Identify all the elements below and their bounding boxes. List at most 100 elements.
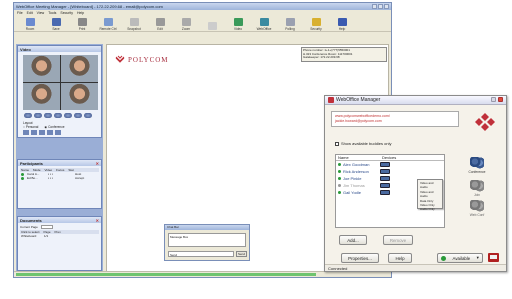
maximize-button[interactable] — [378, 4, 383, 9]
toolbar-label: Zoom — [181, 27, 191, 31]
buddy-row[interactable]: Alex Goodman — [336, 161, 444, 168]
device-icon — [380, 190, 390, 195]
current-page-field[interactable] — [40, 225, 53, 229]
toolbar-edit-button[interactable]: Edit — [147, 18, 173, 31]
close-icon[interactable]: ✕ — [96, 218, 99, 223]
phone-status-icon[interactable] — [487, 251, 501, 264]
chat-input[interactable]: Send — [168, 251, 234, 257]
context-menu-item[interactable]: Video and Audio — [420, 190, 440, 199]
video-tile[interactable] — [23, 83, 60, 110]
documents-header: Documents ✕ — [18, 217, 101, 223]
column-header[interactable]: Devices — [380, 155, 396, 160]
polycom-logo-icon — [475, 113, 495, 131]
layout-button[interactable] — [39, 130, 45, 135]
send-button[interactable]: Send — [236, 251, 247, 257]
video-control-button[interactable] — [74, 113, 82, 118]
toolbar-separator-button[interactable] — [199, 22, 225, 31]
minimize-button[interactable] — [490, 96, 496, 102]
layout-button[interactable] — [47, 130, 53, 135]
toolbar-polling-button[interactable]: Polling — [277, 18, 303, 31]
remove-button[interactable]: Remove — [383, 235, 413, 245]
toolbar-snapshot-button[interactable]: Snapshot — [121, 18, 147, 31]
menu-view[interactable]: View — [37, 11, 45, 15]
polycom-logo-text: POLYCOM — [128, 55, 169, 64]
help-icon — [337, 18, 347, 26]
web-conf-button[interactable]: Web Conf — [462, 200, 492, 217]
weboffice-icon — [259, 18, 269, 26]
video-control-button[interactable] — [24, 113, 32, 118]
document-page: 1/1 — [44, 234, 49, 238]
video-tile[interactable] — [23, 55, 60, 82]
join-icon — [470, 180, 484, 193]
participants-header: Participants ✕ — [18, 160, 101, 166]
help-button[interactable]: Help — [388, 253, 412, 263]
column-header[interactable]: Name — [336, 155, 380, 160]
toolbar-remote-button[interactable]: Remote Ctrl — [95, 18, 121, 31]
layout-button[interactable] — [31, 130, 37, 135]
checkbox[interactable] — [335, 141, 339, 146]
participants-title: Participants — [20, 160, 43, 166]
minimize-button[interactable] — [372, 4, 377, 9]
column-header[interactable]: Prev — [55, 230, 61, 234]
buddy-name-cell: Rick Anderson — [336, 169, 380, 174]
close-icon[interactable]: ✕ — [96, 161, 99, 166]
conference-label: Conference — [48, 125, 65, 129]
main-titlebar: WebOffice Meeting Manager - [Whiteboard]… — [14, 3, 391, 10]
personal-radio[interactable]: ○ Personal — [23, 125, 38, 129]
phone-icon — [488, 253, 499, 262]
video-control-button[interactable] — [44, 113, 52, 118]
context-menu-item[interactable]: Video and Audio — [420, 181, 440, 190]
layout-button[interactable] — [23, 130, 29, 135]
conference-radio[interactable]: ◉ Conference — [44, 125, 64, 129]
video-control-button[interactable] — [64, 113, 72, 118]
close-button[interactable] — [498, 96, 503, 102]
menu-file[interactable]: File — [17, 11, 23, 15]
video-control-button[interactable] — [34, 113, 42, 118]
menu-help[interactable]: Help — [77, 11, 84, 15]
toolbar-weboffice-button[interactable]: WebOffice — [251, 18, 277, 31]
join-button[interactable]: Join — [462, 180, 492, 197]
menu-security[interactable]: Security — [60, 11, 73, 15]
video-tile[interactable] — [61, 83, 98, 110]
availability-dropdown[interactable]: Available ▾ — [437, 253, 483, 263]
toolbar-zoom-button[interactable]: Zoom — [173, 18, 199, 31]
chat-messages[interactable]: Message Box — [168, 233, 246, 247]
table-row[interactable]: Ed Bo... ▪ ▪ ▪ Accept — [20, 176, 99, 180]
toolbar-security-button[interactable]: Security — [303, 18, 329, 31]
buddy-name: Joe Pinkle — [343, 176, 362, 181]
close-button[interactable] — [384, 4, 389, 9]
device-icon — [380, 183, 390, 188]
presence-icon — [338, 191, 341, 194]
video-control-button[interactable] — [54, 113, 62, 118]
toolbar-video-button[interactable]: Video — [225, 18, 251, 31]
show-available-checkbox[interactable]: Show available buddies only — [335, 141, 391, 146]
account-email[interactable]: jackie.howard@polycom.com — [335, 119, 455, 124]
add-button[interactable]: Add... — [339, 235, 367, 245]
menu-tools[interactable]: Tools — [48, 11, 56, 15]
personal-label: Personal — [25, 125, 39, 129]
layout-button[interactable] — [55, 130, 61, 135]
layout-group: Layout ○ Personal ◉ Conference — [23, 121, 65, 135]
participant-name: Ed Bo... — [27, 176, 38, 180]
main-window-title: WebOffice Meeting Manager - [Whiteboard]… — [16, 4, 163, 9]
context-menu-item[interactable]: Audio Only — [420, 207, 440, 211]
table-row[interactable]: Whiteboard 1/1 — [20, 234, 99, 238]
video-control-button[interactable] — [84, 113, 92, 118]
video-grid — [23, 55, 98, 110]
toolbar-print-button[interactable]: Print — [69, 18, 95, 31]
toolbar-help-button[interactable]: Help — [329, 18, 355, 31]
toolbar-save-button[interactable]: Save — [43, 18, 69, 31]
buddy-name: Jim Thomas — [343, 183, 365, 188]
video-panel-title: Video — [20, 46, 31, 52]
properties-button[interactable]: Properties... — [341, 253, 379, 263]
buddy-row[interactable]: Rick Anderson — [336, 168, 444, 175]
buddy-name-cell: Gail Yodle — [336, 190, 380, 195]
buddy-name: Alex Goodman — [343, 162, 370, 167]
device-icon — [380, 169, 390, 174]
menu-edit[interactable]: Edit — [27, 11, 33, 15]
toolbar-room-button[interactable]: Room — [17, 18, 43, 31]
conference-button[interactable]: Conference — [462, 157, 492, 174]
video-tile[interactable] — [61, 55, 98, 82]
status-dot-icon — [21, 172, 24, 176]
chat-title: Chat Bar — [165, 225, 249, 230]
